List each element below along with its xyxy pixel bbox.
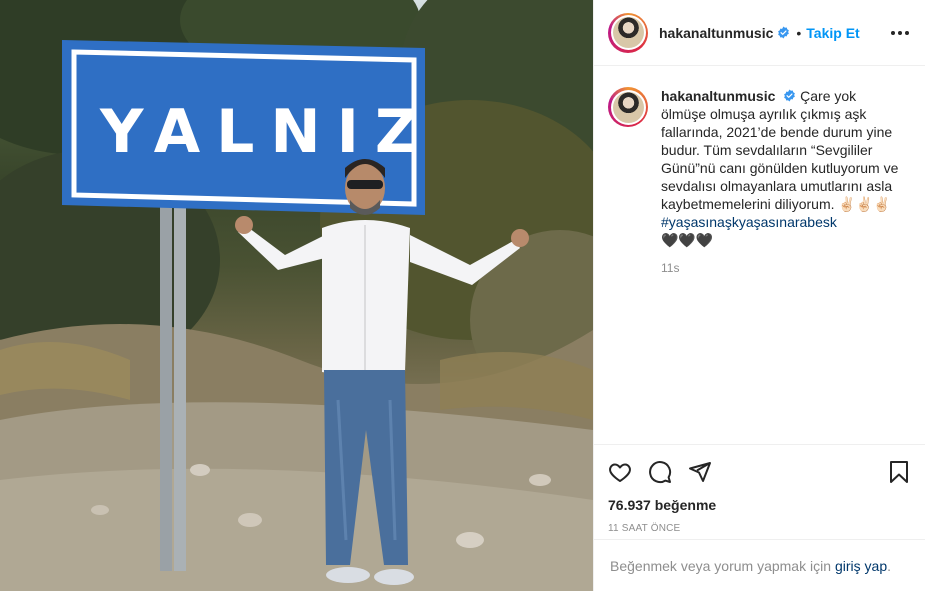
verified-badge-icon: [777, 26, 790, 39]
post-photo[interactable]: YALNIZ: [0, 0, 593, 591]
actions-area: 76.937 beğenme 11 SAAT ÖNCE: [594, 444, 925, 539]
follow-button[interactable]: Takip Et: [806, 25, 859, 41]
post-timestamp[interactable]: 11 SAAT ÖNCE: [608, 523, 911, 534]
photo-illustration: YALNIZ: [0, 0, 593, 591]
share-icon[interactable]: [688, 460, 712, 484]
login-link[interactable]: giriş yap: [835, 558, 887, 574]
avatar[interactable]: [608, 12, 648, 53]
caption-area: hakanaltunmusic Çare yok ölmüşe olmuşa a…: [594, 67, 925, 444]
caption-avatar[interactable]: [608, 87, 648, 127]
bookmark-icon[interactable]: [887, 460, 911, 484]
caption-text: hakanaltunmusic Çare yok ölmüşe olmuşa a…: [661, 87, 901, 249]
more-options-icon[interactable]: [889, 25, 911, 41]
username-link[interactable]: hakanaltunmusic: [659, 25, 773, 41]
hashtag-link[interactable]: #yaşasınaşkyaşasınarabesk: [661, 214, 837, 230]
separator-dot: •: [796, 24, 802, 41]
caption-username[interactable]: hakanaltunmusic: [661, 88, 775, 104]
caption-timestamp[interactable]: 11s: [661, 261, 911, 275]
login-prompt: Beğenmek veya yorum yapmak için giriş ya…: [594, 539, 925, 591]
like-count[interactable]: 76.937 beğenme: [608, 497, 911, 513]
caption-hearts: 🖤🖤🖤: [661, 232, 714, 248]
login-prompt-text: Beğenmek veya yorum yapmak için: [610, 557, 831, 574]
heart-icon[interactable]: [608, 460, 632, 484]
post-header: hakanaltunmusic • Takip Et: [594, 0, 925, 66]
sign-text: YALNIZ: [99, 97, 434, 167]
post-side-panel: hakanaltunmusic • Takip Et hakanaltunmus…: [593, 0, 925, 591]
caption-body: Çare yok ölmüşe olmuşa ayrılık çıkmış aş…: [661, 88, 899, 212]
comment-icon[interactable]: [648, 460, 672, 484]
verified-badge-icon: [783, 89, 796, 102]
login-period: .: [887, 557, 892, 574]
